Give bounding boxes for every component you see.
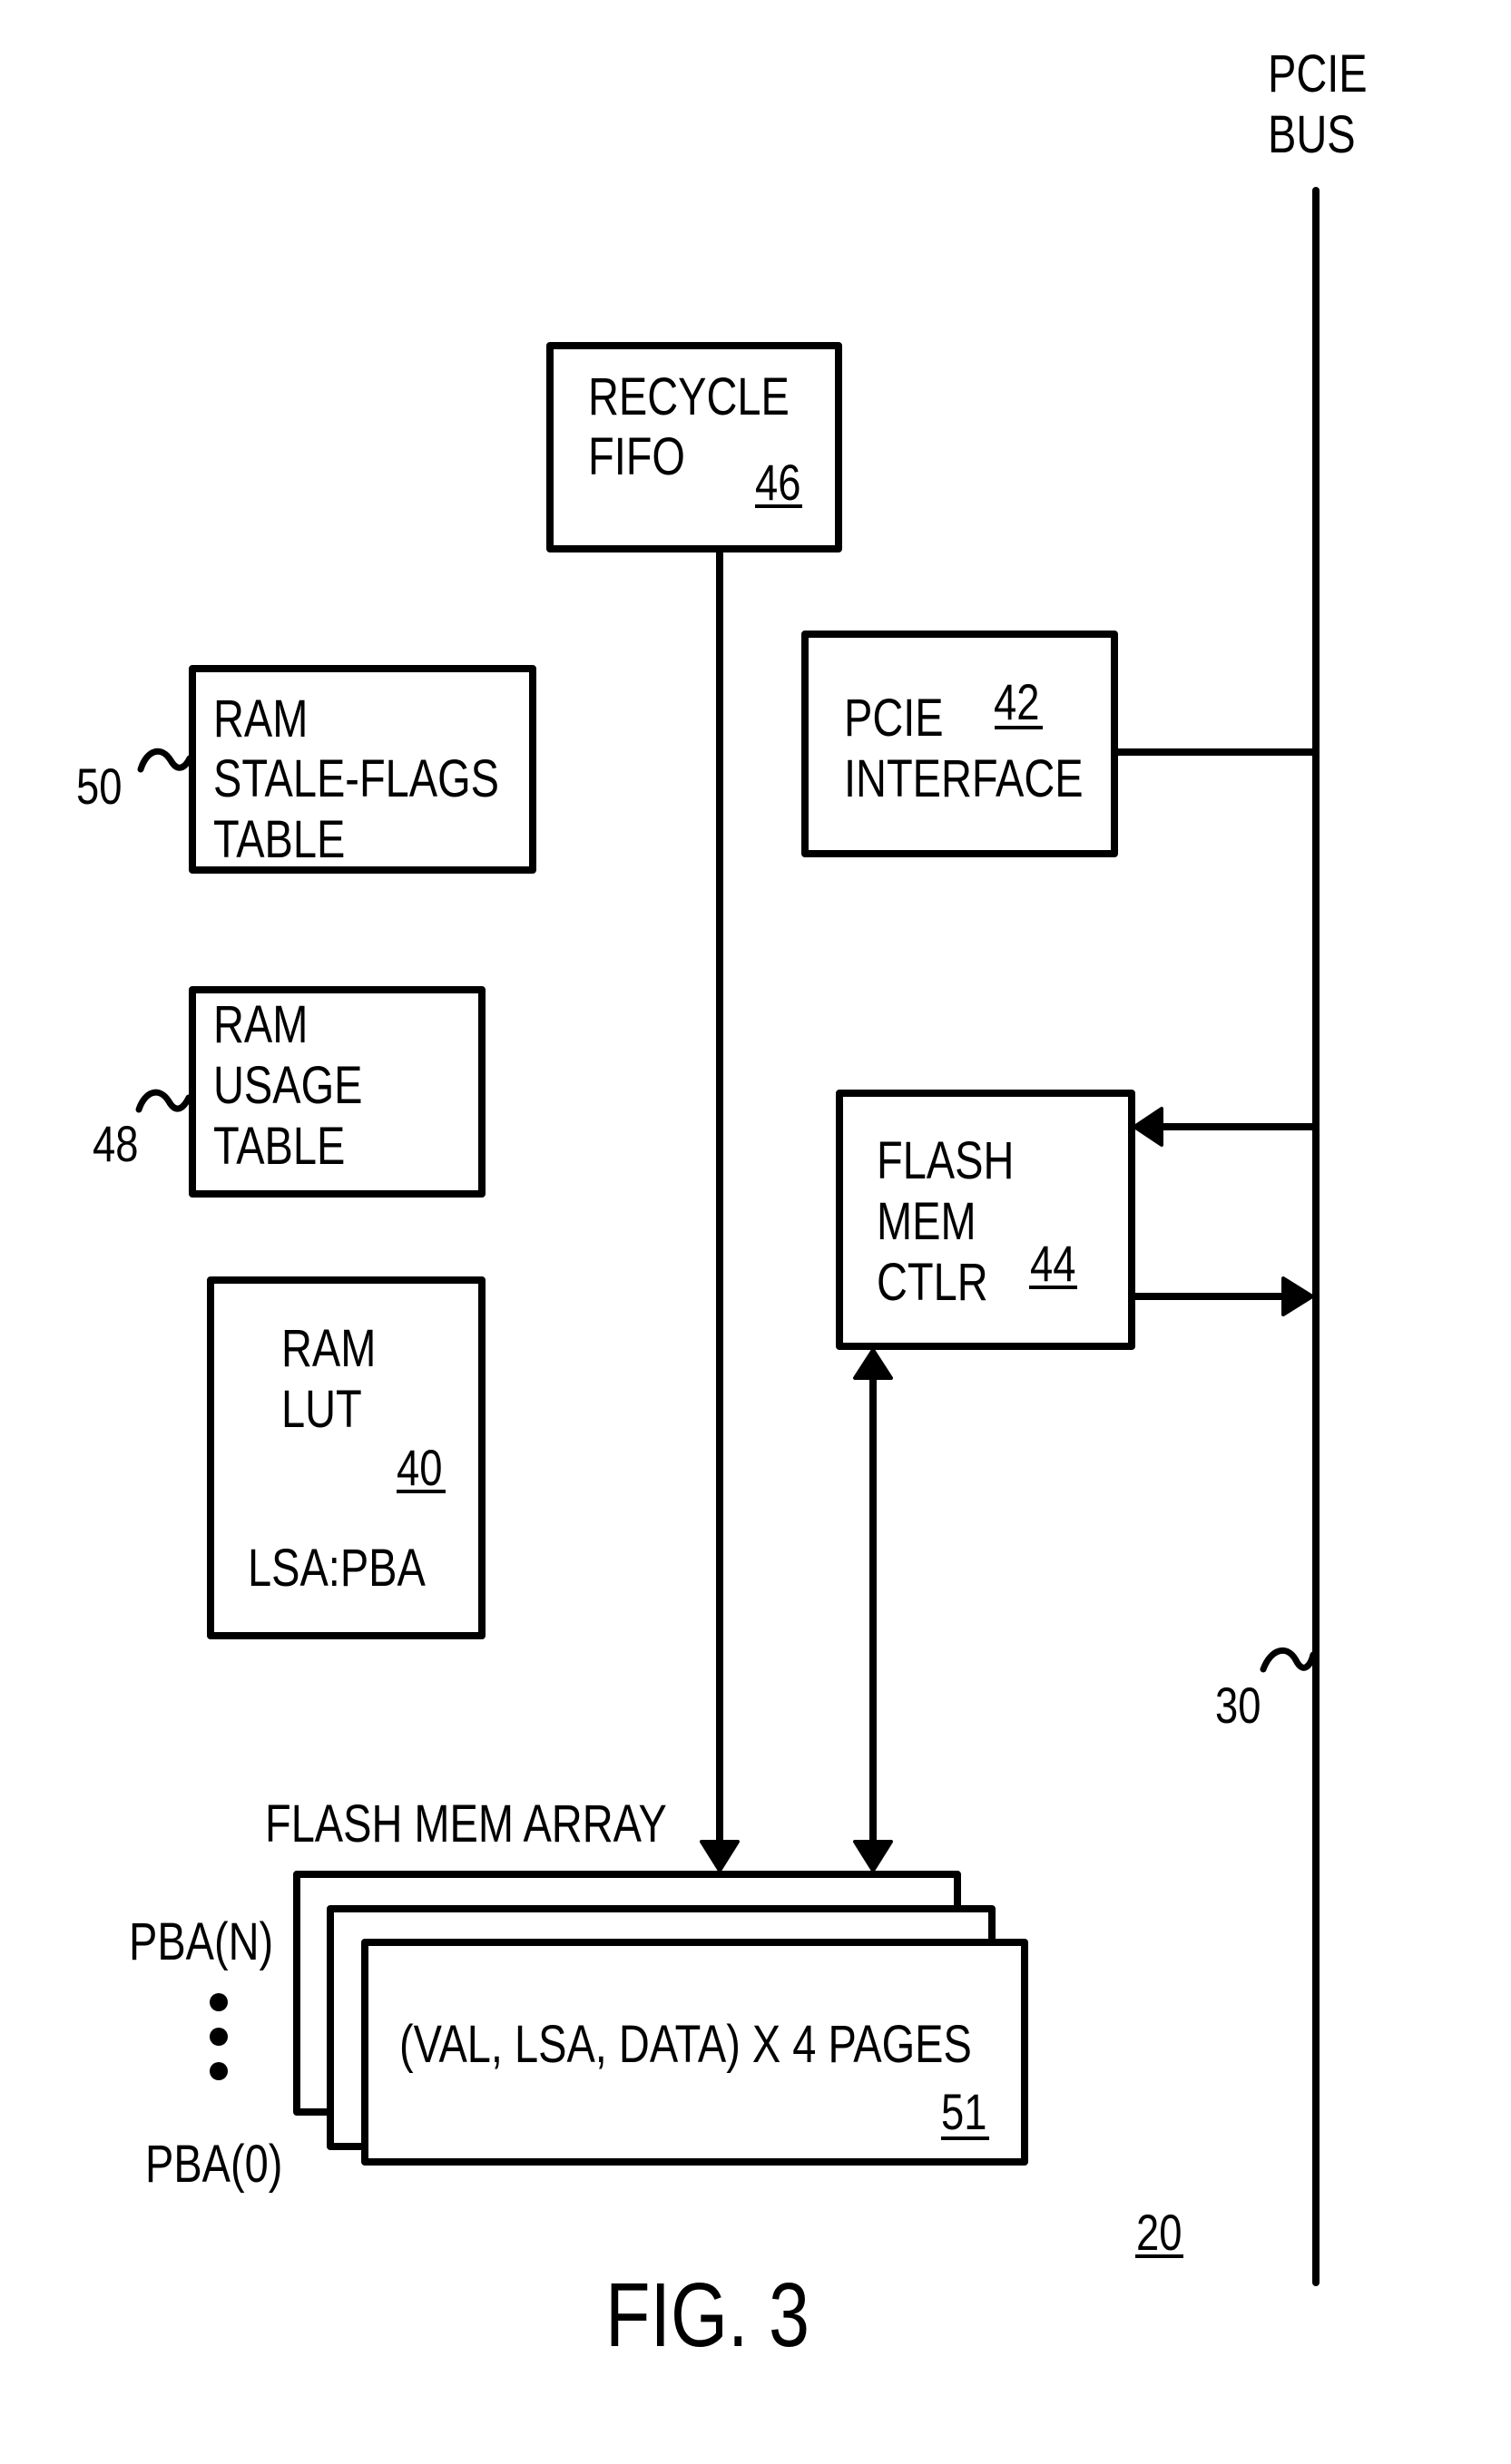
flash-mem-ctlr-block: FLASH MEM CTLR 44 <box>836 1090 1135 1350</box>
bus-to-ctlr-arrow <box>1133 1107 1320 1147</box>
arrow-head-left-icon <box>1133 1107 1163 1147</box>
recycle-fifo-line2: FIFO <box>588 427 685 486</box>
bus-label-line2: BUS <box>1268 105 1356 164</box>
flash-block-page-contents: (VAL, LSA, DATA) X 4 PAGES <box>399 2015 972 2074</box>
stale-flags-table-block: RAM STALE-FLAGS TABLE 50 <box>76 665 536 874</box>
flash-mem-ctlr-line1: FLASH <box>877 1131 1014 1190</box>
ram-lut-line1: RAM <box>281 1319 376 1378</box>
ram-lut-mapping: LSA:PBA <box>248 1539 427 1598</box>
flash-mem-array-title: FLASH MEM ARRAY <box>265 1794 667 1853</box>
stale-flags-table-reference-numeral: 50 <box>76 758 122 815</box>
vertical-ellipsis-icon <box>210 1993 228 2080</box>
arrow-head-up-icon <box>853 1348 893 1380</box>
flash-mem-ctlr-line2: MEM <box>877 1192 976 1251</box>
bus-label-line1: PCIE <box>1268 44 1368 103</box>
bus-ref-leader-squiggle <box>1260 1647 1317 1673</box>
flash-mem-array: FLASH MEM ARRAY (VAL, LSA, DATA) X 4 PAG… <box>129 1794 1028 2194</box>
arrow-head-down-icon <box>700 1840 740 1872</box>
stale-flags-ref-leader-squiggle <box>137 748 193 773</box>
stale-flags-table-line2: STALE-FLAGS <box>213 749 499 808</box>
bus-reference-numeral: 30 <box>1215 1677 1261 1734</box>
ctlr-to-bus-arrow <box>1128 1276 1314 1316</box>
figure-title: FIG. 3 <box>605 2265 809 2366</box>
recycle-fifo-line1: RECYCLE <box>588 367 790 426</box>
flash-mem-ctlr-line3: CTLR <box>877 1253 988 1312</box>
usage-table-block: RAM USAGE TABLE 48 <box>93 986 486 1198</box>
stale-flags-table-line3: TABLE <box>213 810 345 869</box>
arrow-head-down-icon <box>853 1840 893 1872</box>
ctlr-array-bidirectional-arrow <box>853 1348 893 1872</box>
pba-top-label: PBA(N) <box>129 1912 273 1971</box>
ellipsis-dot <box>210 2028 228 2046</box>
usage-table-ref-leader-squiggle <box>135 1089 192 1113</box>
usage-table-reference-numeral: 48 <box>93 1115 138 1172</box>
pcie-interface-line1: PCIE <box>844 689 944 748</box>
usage-table-line1: RAM <box>213 995 308 1054</box>
fig3-block-diagram: PCIE BUS 30 RECYCLE FIFO 46 PCIE 42 INTE… <box>76 44 1368 2366</box>
recycle-fifo-reference-numeral: 46 <box>755 454 800 511</box>
pba-bottom-label: PBA(0) <box>145 2135 282 2194</box>
recycle-fifo-block: RECYCLE FIFO 46 <box>546 342 842 552</box>
pcie-interface-line2: INTERFACE <box>844 749 1084 808</box>
pcie-bus: PCIE BUS 30 <box>1215 44 1368 2286</box>
flash-block-reference-numeral: 51 <box>941 2083 986 2140</box>
ellipsis-dot <box>210 1993 228 2011</box>
ram-lut-line2: LUT <box>281 1380 362 1439</box>
ram-lut-block: RAM LUT 40 LSA:PBA <box>207 1276 486 1639</box>
figure-reference-numeral: 20 <box>1136 2204 1182 2261</box>
stale-flags-table-line1: RAM <box>213 689 308 748</box>
pcie-interface-block: PCIE 42 INTERFACE <box>801 631 1320 857</box>
ram-lut-reference-numeral: 40 <box>397 1439 442 1496</box>
arrow-head-right-icon <box>1281 1276 1314 1316</box>
ellipsis-dot <box>210 2062 228 2080</box>
usage-table-line3: TABLE <box>213 1117 345 1176</box>
usage-table-line2: USAGE <box>213 1056 362 1115</box>
flash-mem-ctlr-reference-numeral: 44 <box>1030 1235 1075 1292</box>
pcie-interface-reference-numeral: 42 <box>994 673 1039 730</box>
recycle-to-array-arrow <box>700 545 740 1872</box>
